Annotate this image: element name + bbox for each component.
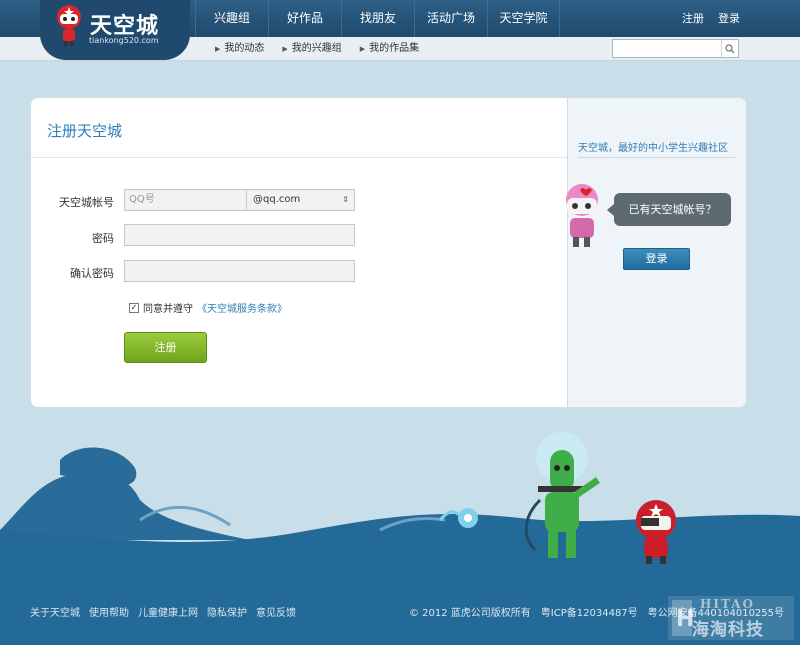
title-divider: [31, 157, 568, 158]
footer-link-child-safety[interactable]: 儿童健康上网: [138, 604, 198, 619]
email-domain-select[interactable]: @qq.com ⇕: [246, 189, 355, 211]
subnav-item-my-groups[interactable]: ▶ 我的兴趣组: [282, 37, 341, 61]
subnav-label: 我的作品集: [369, 43, 420, 54]
agree-terms: ✓ 同意并遵守 《天空城服务条款》: [129, 300, 287, 315]
subnav-item-my-works[interactable]: ▶ 我的作品集: [360, 37, 419, 61]
watermark-en: HITAO: [700, 597, 755, 611]
search-icon: [725, 43, 735, 53]
pink-mascot-icon: [566, 184, 598, 247]
account-label: 天空城帐号: [59, 196, 114, 209]
password-label: 密码: [92, 232, 114, 245]
has-account-bubble: 已有天空城帐号？: [607, 193, 731, 226]
footer-links: 关于天空城 使用帮助 儿童健康上网 隐私保护 意见反馈: [30, 604, 296, 619]
terms-link[interactable]: 《天空城服务条款》: [197, 300, 287, 315]
agree-checkbox[interactable]: ✓: [129, 302, 139, 313]
page-title: 注册天空城: [47, 122, 123, 140]
footer-link-feedback[interactable]: 意见反馈: [256, 604, 296, 619]
register-button[interactable]: 注册: [124, 332, 207, 363]
search-input[interactable]: [613, 40, 721, 57]
triangle-right-icon: ▶: [215, 45, 221, 53]
search-button[interactable]: [721, 40, 738, 57]
select-arrows-icon: ⇕: [342, 195, 349, 204]
footer-link-about[interactable]: 关于天空城: [30, 604, 80, 619]
confirm-password-input[interactable]: [124, 260, 355, 282]
logo-url: tiankong520.com: [89, 36, 159, 45]
nav-item-sky-academy[interactable]: 天空学院: [487, 0, 560, 37]
triangle-right-icon: ▶: [282, 45, 288, 53]
account-links: 注册 登录: [682, 0, 740, 37]
main-nav: 兴趣组 好作品 找朋友 活动广场 天空学院: [195, 0, 560, 37]
alien-body: [550, 450, 574, 492]
logo[interactable]: 天空城 tiankong520.com: [40, 0, 190, 60]
register-card: 注册天空城 天空城帐号 QQ号 @qq.com ⇕ 密码 确认密码 ✓ 同意并遵…: [30, 97, 747, 408]
password-input[interactable]: [124, 224, 355, 246]
mascot-logo-icon: [57, 5, 81, 46]
nav-item-activity-plaza[interactable]: 活动广场: [414, 0, 487, 37]
nav-item-interest-groups[interactable]: 兴趣组: [195, 0, 268, 37]
footer-link-privacy[interactable]: 隐私保护: [207, 604, 247, 619]
subnav-label: 我的兴趣组: [291, 43, 342, 54]
nav-item-find-friends[interactable]: 找朋友: [341, 0, 414, 37]
register-link[interactable]: 注册: [682, 0, 704, 37]
login-button[interactable]: 登录: [623, 248, 690, 270]
nav-item-good-works[interactable]: 好作品: [268, 0, 341, 37]
sub-nav: ▶ 我的动态 ▶ 我的兴趣组 ▶ 我的作品集: [215, 37, 419, 61]
email-domain-value: @qq.com: [253, 194, 301, 205]
qq-number-input[interactable]: QQ号: [124, 189, 247, 211]
subnav-item-my-updates[interactable]: ▶ 我的动态: [215, 37, 264, 61]
site-slogan: 天空城，最好的中小学生兴趣社区: [578, 143, 728, 154]
agree-text: 同意并遵守: [143, 304, 193, 315]
side-divider: [578, 157, 735, 158]
footer-link-help[interactable]: 使用帮助: [89, 604, 129, 619]
login-link[interactable]: 登录: [718, 0, 740, 37]
search-box: [612, 39, 739, 58]
confirm-password-label: 确认密码: [70, 267, 114, 280]
watermark-cn: 海淘科技: [692, 620, 764, 640]
triangle-right-icon: ▶: [359, 45, 366, 53]
login-sidebar: 天空城，最好的中小学生兴趣社区 已有天空城帐号？ 登录: [566, 98, 746, 407]
subnav-label: 我的动态: [224, 43, 265, 54]
